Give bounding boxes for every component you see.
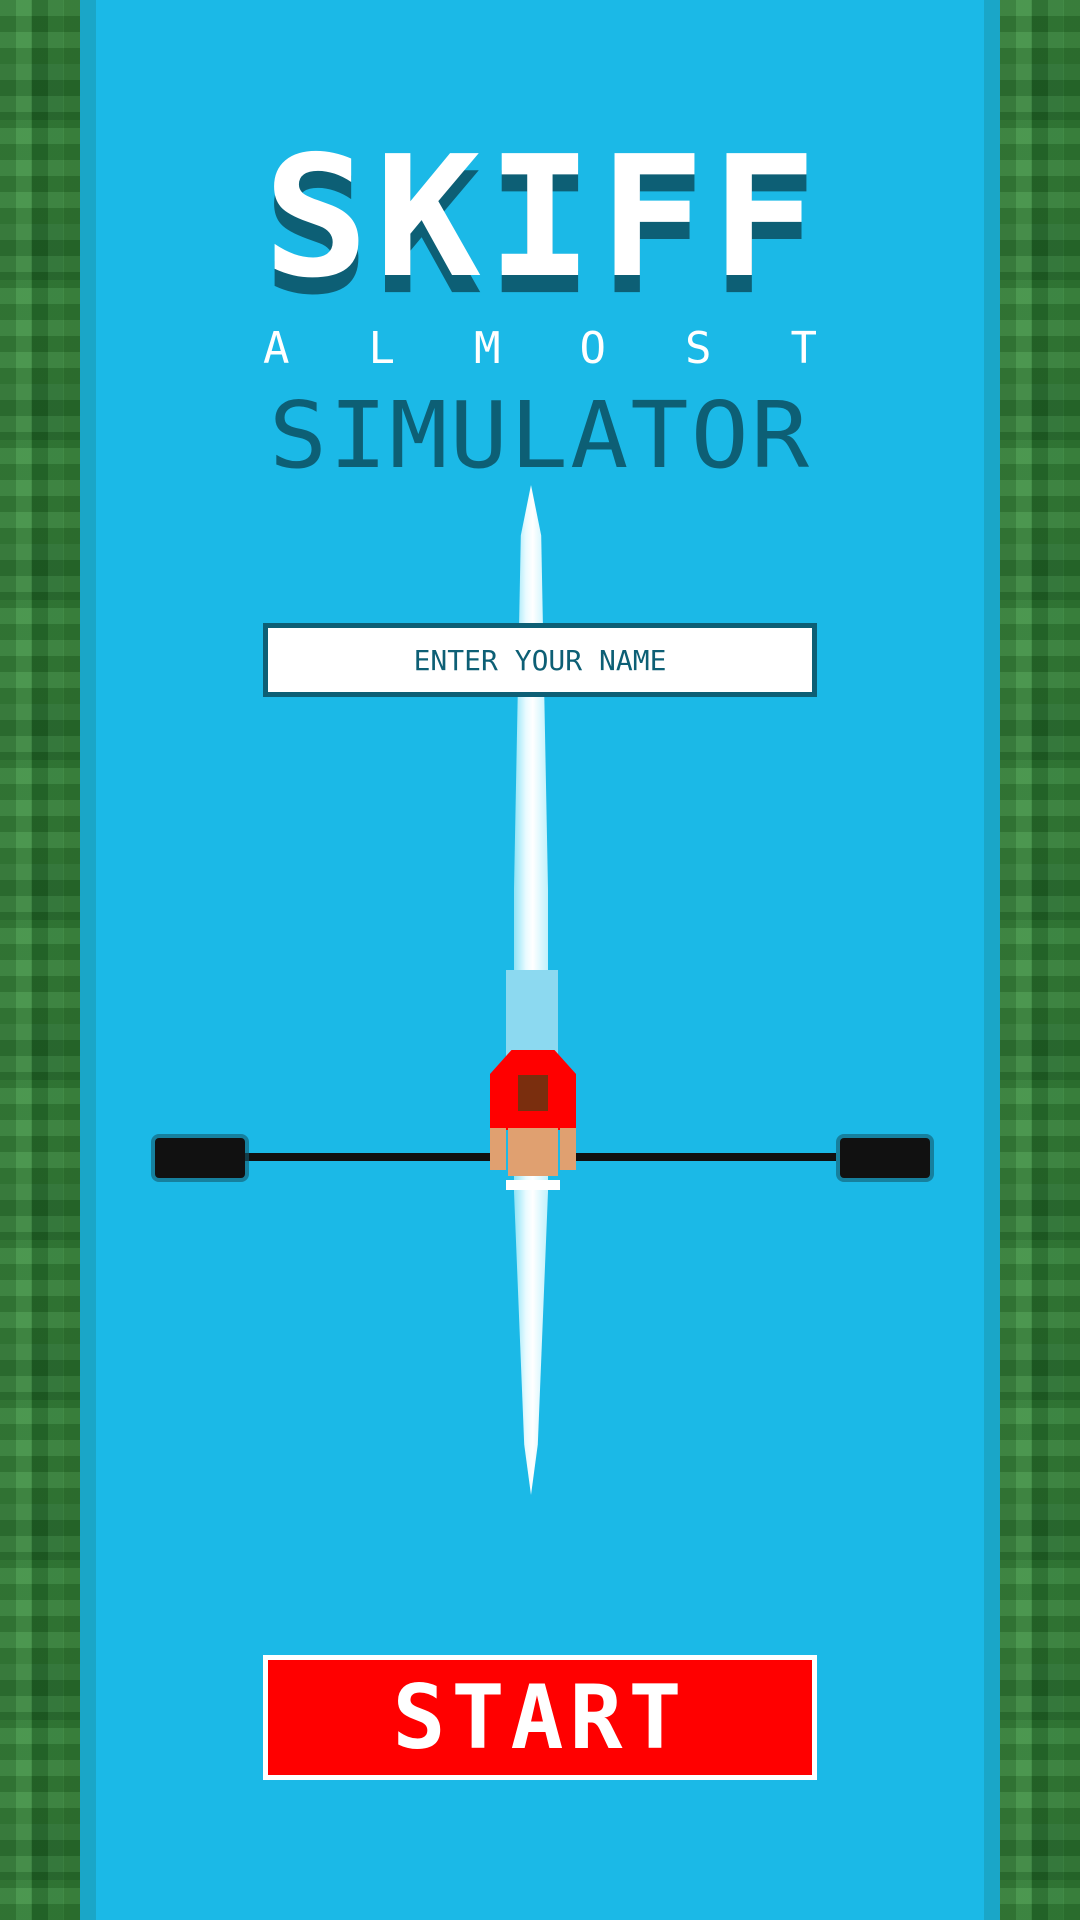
title-almost-letter: M (474, 323, 501, 374)
title-almost-letter: A (263, 323, 290, 374)
right-grass-bank (1000, 0, 1080, 1920)
right-river-edge (984, 0, 1000, 1920)
game-subtitle: SIMULATOR (268, 382, 812, 489)
left-oar-blade (155, 1138, 245, 1178)
rower-left-arm (490, 1128, 506, 1170)
title-almost: A L M O S T (263, 325, 817, 373)
title-almost-letter: L (368, 323, 396, 374)
boat-seat (506, 1180, 560, 1190)
right-oar-blade (840, 1138, 930, 1178)
title-almost-letter: T (790, 323, 818, 374)
left-river-edge (80, 0, 96, 1920)
left-oar-shaft (235, 1153, 505, 1161)
start-button[interactable]: START (263, 1655, 817, 1780)
rower-right-arm (560, 1128, 576, 1170)
player-name-input[interactable] (263, 623, 817, 697)
game-scene: SKIFF A L M O S T SIMULATOR START (0, 0, 1080, 1920)
left-grass-bank (0, 0, 80, 1920)
rower-legs (508, 1128, 558, 1176)
rower-head (518, 1075, 548, 1111)
game-title: SKIFF (263, 120, 823, 315)
title-almost-letter: S (685, 323, 712, 374)
right-oar-shaft (566, 1153, 836, 1161)
title-almost-letter: O (579, 323, 607, 374)
boat-cockpit (506, 970, 558, 1060)
